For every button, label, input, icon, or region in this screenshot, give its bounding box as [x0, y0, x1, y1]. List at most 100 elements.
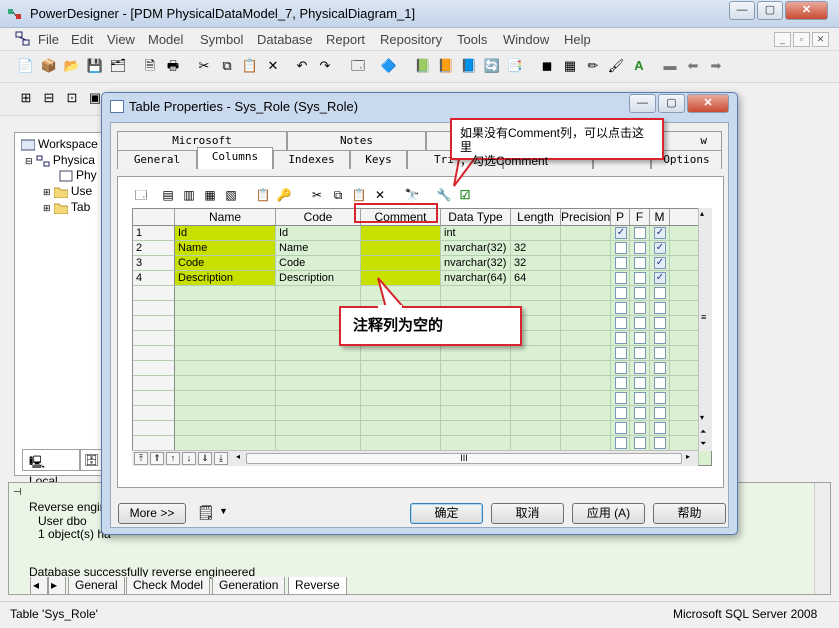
cut-icon[interactable]: ✂	[308, 186, 326, 204]
empty-grid-cell[interactable]	[441, 391, 511, 406]
empty-grid-cell[interactable]	[561, 436, 611, 451]
empty-grid-cell[interactable]	[611, 406, 630, 421]
grid-cell-p[interactable]	[611, 241, 630, 256]
open-icon[interactable]: 📂	[63, 57, 81, 75]
lookup-icon[interactable]: 🔑	[275, 186, 293, 204]
refresh-icon[interactable]: 🔄	[483, 57, 501, 75]
checkbox-m[interactable]: ✓	[654, 257, 666, 269]
checkbox-f[interactable]	[634, 407, 646, 419]
empty-grid-cell[interactable]	[650, 301, 670, 316]
empty-grid-cell[interactable]	[361, 346, 441, 361]
empty-grid-cell[interactable]	[561, 421, 611, 436]
empty-grid-cell[interactable]	[511, 436, 561, 451]
checkbox-p[interactable]: ✓	[615, 227, 627, 239]
empty-grid-cell[interactable]	[650, 361, 670, 376]
menu-symbol[interactable]: Symbol	[200, 32, 243, 47]
print-icon[interactable]: 🖶	[164, 57, 182, 75]
checkbox-p[interactable]	[615, 392, 627, 404]
mdi-close-button[interactable]: ✕	[812, 32, 829, 47]
grid-cell-m[interactable]: ✓	[650, 256, 670, 271]
empty-grid-cell[interactable]	[276, 391, 361, 406]
properties-icon[interactable]: 🗔	[132, 186, 150, 204]
grid-cell-code[interactable]: Description	[276, 271, 361, 286]
empty-grid-cell[interactable]	[133, 376, 175, 391]
empty-grid-cell[interactable]	[133, 286, 175, 301]
properties-icon[interactable]: 🗔	[349, 57, 367, 75]
back-icon[interactable]: ⬅	[684, 57, 702, 75]
copy-icon[interactable]: ⧉	[329, 186, 347, 204]
empty-grid-cell[interactable]	[441, 406, 511, 421]
tree-item-workspace[interactable]: Workspace	[20, 137, 98, 151]
cut-icon[interactable]: ✂	[195, 57, 213, 75]
empty-grid-cell[interactable]	[561, 361, 611, 376]
ok-button[interactable]: 确定	[410, 503, 483, 524]
scroll-left-icon[interactable]: ◂	[236, 452, 240, 461]
empty-grid-cell[interactable]	[361, 436, 441, 451]
tab-notes[interactable]: Notes	[287, 131, 426, 150]
empty-grid-cell[interactable]	[133, 346, 175, 361]
checkbox-m[interactable]	[654, 422, 666, 434]
tab-general[interactable]: General	[68, 577, 125, 595]
header-foreign[interactable]: F	[630, 209, 650, 226]
tab-check-model[interactable]: Check Model	[126, 577, 211, 595]
empty-grid-cell[interactable]	[133, 436, 175, 451]
grid-cell-length[interactable]: 64	[511, 271, 561, 286]
tab-repository[interactable]: 🗄	[80, 449, 102, 471]
grid-cell-precision[interactable]	[561, 271, 611, 286]
align-icon[interactable]: ▬	[661, 57, 679, 75]
checkbox-p[interactable]	[615, 257, 627, 269]
expand-icon[interactable]: ⊞	[43, 203, 51, 213]
checkbox-m[interactable]	[654, 317, 666, 329]
tab-scroll-right[interactable]: ▸	[48, 577, 66, 595]
checkbox-f[interactable]	[634, 287, 646, 299]
header-length[interactable]: Length	[511, 209, 561, 226]
menu-tools[interactable]: Tools	[457, 32, 487, 47]
checkbox-p[interactable]	[615, 332, 627, 344]
grid-cell-f[interactable]	[630, 241, 650, 256]
empty-grid-cell[interactable]	[561, 346, 611, 361]
checkbox-f[interactable]	[634, 302, 646, 314]
empty-grid-cell[interactable]	[276, 361, 361, 376]
scroll-top-icon[interactable]: ⏶	[700, 427, 706, 437]
font-icon[interactable]: A	[630, 57, 648, 75]
header-code[interactable]: Code	[276, 209, 361, 226]
shadow-icon[interactable]: ◼	[538, 57, 556, 75]
empty-grid-cell[interactable]	[276, 376, 361, 391]
checkbox-p[interactable]	[615, 422, 627, 434]
checkbox-f[interactable]	[634, 332, 646, 344]
dialog-maximize-button[interactable]: ▢	[658, 94, 685, 113]
empty-grid-cell[interactable]	[361, 421, 441, 436]
empty-grid-cell[interactable]	[175, 286, 276, 301]
empty-grid-cell[interactable]	[630, 436, 650, 451]
checkbox-p[interactable]	[615, 377, 627, 389]
generate-icon[interactable]: 📙	[437, 57, 455, 75]
empty-grid-cell[interactable]	[561, 286, 611, 301]
empty-grid-cell[interactable]	[511, 361, 561, 376]
empty-grid-cell[interactable]	[630, 361, 650, 376]
zoom-fit-icon[interactable]: ⊡	[63, 89, 81, 107]
delete-icon[interactable]: ✕	[264, 57, 282, 75]
new-model-icon[interactable]: 📦	[40, 57, 58, 75]
header-name[interactable]: Name	[175, 209, 276, 226]
move-down-icon[interactable]: ↓	[182, 452, 196, 465]
scroll-bottom-icon[interactable]: ⏷	[700, 439, 706, 449]
scroll-right-icon[interactable]: ▸	[686, 452, 690, 461]
empty-grid-cell[interactable]	[511, 376, 561, 391]
empty-grid-cell[interactable]	[630, 421, 650, 436]
dialog-minimize-button[interactable]: —	[629, 94, 656, 113]
grid-cell-name[interactable]: Code	[175, 256, 276, 271]
grid-cell-m[interactable]: ✓	[650, 271, 670, 286]
grid-cell-comment[interactable]	[361, 226, 441, 241]
empty-grid-cell[interactable]	[561, 406, 611, 421]
h-scroll-thumb[interactable]: III	[246, 453, 682, 464]
empty-grid-cell[interactable]	[611, 391, 630, 406]
empty-grid-cell[interactable]	[133, 331, 175, 346]
new-icon[interactable]: 📄	[17, 57, 35, 75]
checkbox-m[interactable]: ✓	[654, 272, 666, 284]
menu-database[interactable]: Database	[257, 32, 313, 47]
edit-rows-icon[interactable]: ▧	[222, 186, 240, 204]
empty-grid-cell[interactable]	[133, 391, 175, 406]
grid-cell-type[interactable]: int	[441, 226, 511, 241]
empty-grid-cell[interactable]	[650, 331, 670, 346]
checkbox-m[interactable]	[654, 302, 666, 314]
